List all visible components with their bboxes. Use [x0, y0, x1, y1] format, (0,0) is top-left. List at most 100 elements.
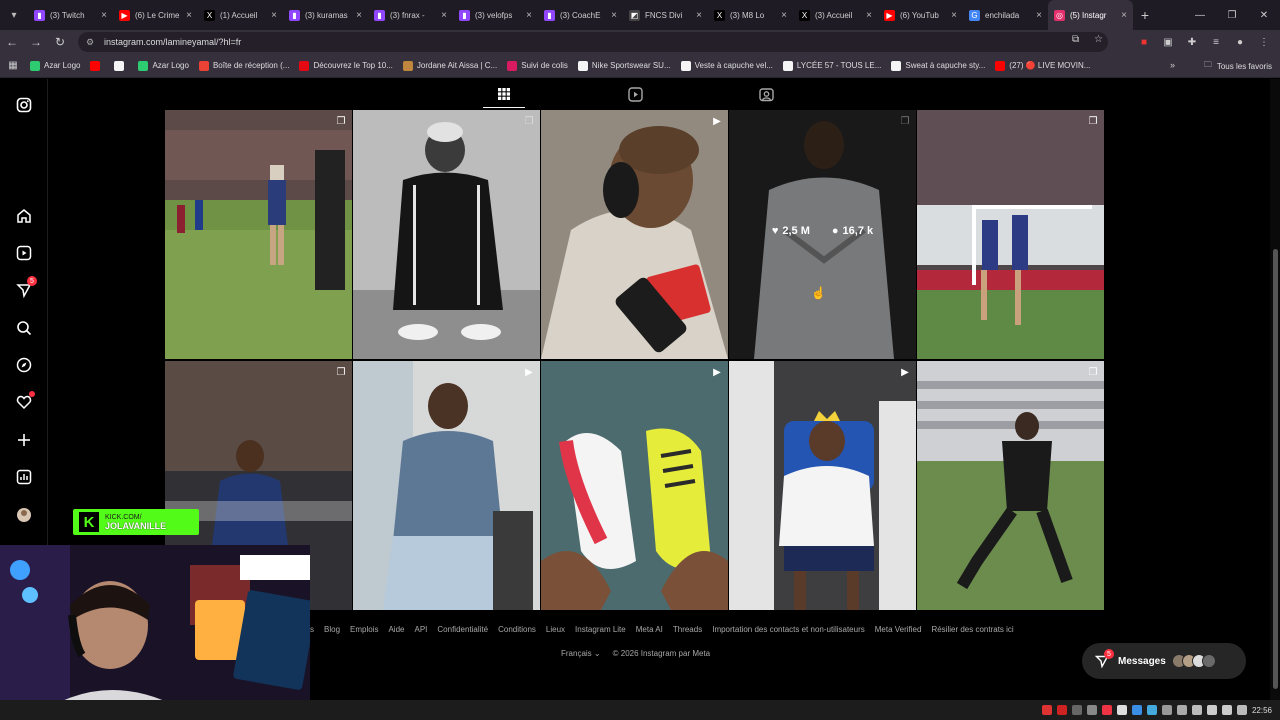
footer-link[interactable]: API: [414, 625, 427, 634]
bookmark-item[interactable]: Azar Logo: [138, 60, 189, 71]
bookmark-item[interactable]: (27) 🔴 LIVE MOVIN...: [995, 60, 1090, 71]
notifications-heart-icon[interactable]: [14, 391, 35, 412]
tray-record-icon[interactable]: [1056, 705, 1067, 715]
tray-app-icon[interactable]: [1146, 705, 1157, 715]
extensions-icon[interactable]: ✚: [1182, 32, 1202, 52]
bookmark-star-icon[interactable]: ☆: [1094, 34, 1103, 45]
media-icon[interactable]: ≡: [1206, 32, 1226, 52]
close-tab-icon[interactable]: ×: [781, 10, 787, 21]
footer-link[interactable]: Résilier des contrats ici: [931, 625, 1013, 634]
browser-tab[interactable]: X (1) Accueil ×: [198, 0, 283, 30]
browser-tab[interactable]: ◩ FNCS Divi ×: [623, 0, 708, 30]
footer-link[interactable]: Importation des contacts et non-utilisat…: [712, 625, 865, 634]
close-tab-icon[interactable]: ×: [951, 10, 957, 21]
close-tab-icon[interactable]: ×: [356, 10, 362, 21]
browser-tab[interactable]: ▶ (6) YouTub ×: [878, 0, 963, 30]
browser-tab[interactable]: X (3) M8 Lo ×: [708, 0, 793, 30]
network-icon[interactable]: [1206, 705, 1217, 715]
forward-icon[interactable]: →: [24, 30, 48, 54]
instagram-logo-icon[interactable]: [14, 95, 34, 115]
close-tab-icon[interactable]: ×: [526, 10, 532, 21]
tab-reels-icon[interactable]: [626, 85, 644, 103]
footer-link[interactable]: Confidentialité: [437, 625, 488, 634]
site-info-icon[interactable]: ⚙: [86, 37, 98, 48]
tray-mic-icon[interactable]: [1041, 705, 1052, 715]
browser-tab[interactable]: ▮ (3) fnrax - ×: [368, 0, 453, 30]
bookmark-item[interactable]: [90, 60, 104, 71]
tray-app-icon[interactable]: [1161, 705, 1172, 715]
browser-tab[interactable]: ▶ (6) Le Crime ×: [113, 0, 198, 30]
close-tab-icon[interactable]: ×: [101, 10, 107, 21]
browser-tab[interactable]: ◎ (5) Instagr ×: [1048, 0, 1133, 30]
tray-app-icon[interactable]: [1176, 705, 1187, 715]
volume-icon[interactable]: [1221, 705, 1232, 715]
footer-link[interactable]: Instagram Lite: [575, 625, 626, 634]
footer-link[interactable]: Threads: [673, 625, 702, 634]
post-thumbnail[interactable]: ❐: [917, 361, 1104, 610]
reload-icon[interactable]: ↻: [48, 30, 72, 54]
footer-link[interactable]: Lieux: [546, 625, 565, 634]
bookmark-item[interactable]: Veste à capuche vel...: [680, 60, 773, 71]
bookmark-item[interactable]: LYCÉE 57 - TOUS LE...: [782, 60, 881, 71]
footer-link[interactable]: Conditions: [498, 625, 536, 634]
new-tab-button[interactable]: +: [1133, 7, 1157, 23]
create-plus-icon[interactable]: [14, 430, 34, 450]
url-input[interactable]: ⚙ instagram.com/lamineyamal/?hl=fr: [78, 32, 1108, 52]
dashboard-icon[interactable]: [14, 467, 34, 487]
bookmark-item[interactable]: Sweat à capuche sty...: [891, 60, 985, 71]
profile-avatar[interactable]: ●: [1230, 32, 1250, 52]
tray-app-icon[interactable]: [1116, 705, 1127, 715]
scrollbar-thumb[interactable]: [1273, 249, 1278, 689]
close-tab-icon[interactable]: ×: [271, 10, 277, 21]
more-bookmarks-icon[interactable]: »: [1170, 60, 1175, 70]
restore-icon[interactable]: ❐: [1216, 0, 1248, 30]
browser-tab[interactable]: ▮ (3) velofps ×: [453, 0, 538, 30]
post-thumbnail[interactable]: ❐: [353, 110, 540, 359]
browser-menu-icon[interactable]: ⋮: [1254, 32, 1274, 52]
tab-tagged-icon[interactable]: [757, 85, 775, 103]
home-icon[interactable]: [14, 206, 34, 226]
post-thumbnail[interactable]: ▶: [353, 361, 540, 610]
all-favorites-folder[interactable]: 🗀 Tous les favoris: [1204, 54, 1272, 78]
footer-link[interactable]: Meta AI: [636, 625, 663, 634]
minimize-icon[interactable]: —: [1184, 0, 1216, 30]
bookmark-item[interactable]: Suivi de colis: [507, 60, 568, 71]
bookmark-item[interactable]: Nike Sportswear SU...: [577, 60, 671, 71]
footer-link[interactable]: Emplois: [350, 625, 378, 634]
bookmark-item[interactable]: Découvrez le Top 10...: [299, 60, 393, 71]
tray-app-icon[interactable]: [1086, 705, 1097, 715]
tray-app-icon[interactable]: [1071, 705, 1082, 715]
close-tab-icon[interactable]: ×: [1036, 10, 1042, 21]
language-selector[interactable]: Français ⌄: [561, 649, 601, 658]
bookmark-item[interactable]: [114, 60, 128, 71]
close-tab-icon[interactable]: ×: [1121, 10, 1127, 21]
post-thumbnail[interactable]: ❐: [165, 110, 352, 359]
post-thumbnail-hovered[interactable]: ♥ 2,5 M ● 16,7 k ☝ ❐: [729, 110, 916, 359]
back-icon[interactable]: ←: [0, 30, 24, 54]
post-thumbnail[interactable]: ▶: [541, 361, 728, 610]
browser-tab[interactable]: ▮ (3) CoachE ×: [538, 0, 623, 30]
reels-icon[interactable]: [14, 243, 34, 263]
close-tab-icon[interactable]: ×: [611, 10, 617, 21]
post-thumbnail[interactable]: ▶: [541, 110, 728, 359]
search-icon[interactable]: [14, 318, 34, 338]
close-window-icon[interactable]: ✕: [1248, 0, 1280, 30]
close-tab-icon[interactable]: ×: [186, 10, 192, 21]
bluetooth-icon[interactable]: [1131, 705, 1142, 715]
clock[interactable]: 22:56: [1252, 706, 1272, 715]
install-app-icon[interactable]: ⧉: [1072, 34, 1079, 45]
close-tab-icon[interactable]: ×: [696, 10, 702, 21]
bookmark-item[interactable]: Jordane Ait Aissa | C...: [402, 60, 497, 71]
extension-grey-icon[interactable]: ▣: [1158, 32, 1178, 52]
browser-tab[interactable]: X (3) Accueil ×: [793, 0, 878, 30]
footer-link[interactable]: Meta Verified: [875, 625, 922, 634]
tray-app-icon[interactable]: [1191, 705, 1202, 715]
close-tab-icon[interactable]: ×: [866, 10, 872, 21]
browser-tab[interactable]: ▮ (3) kuramas ×: [283, 0, 368, 30]
bookmark-item[interactable]: Boîte de réception (...: [198, 60, 289, 71]
post-thumbnail[interactable]: ❐: [917, 110, 1104, 359]
browser-tab[interactable]: Genchilada ×: [963, 0, 1048, 30]
footer-link[interactable]: Blog: [324, 625, 340, 634]
tab-search-icon[interactable]: ▾: [0, 0, 28, 30]
extension-red-icon[interactable]: ■: [1134, 32, 1154, 52]
